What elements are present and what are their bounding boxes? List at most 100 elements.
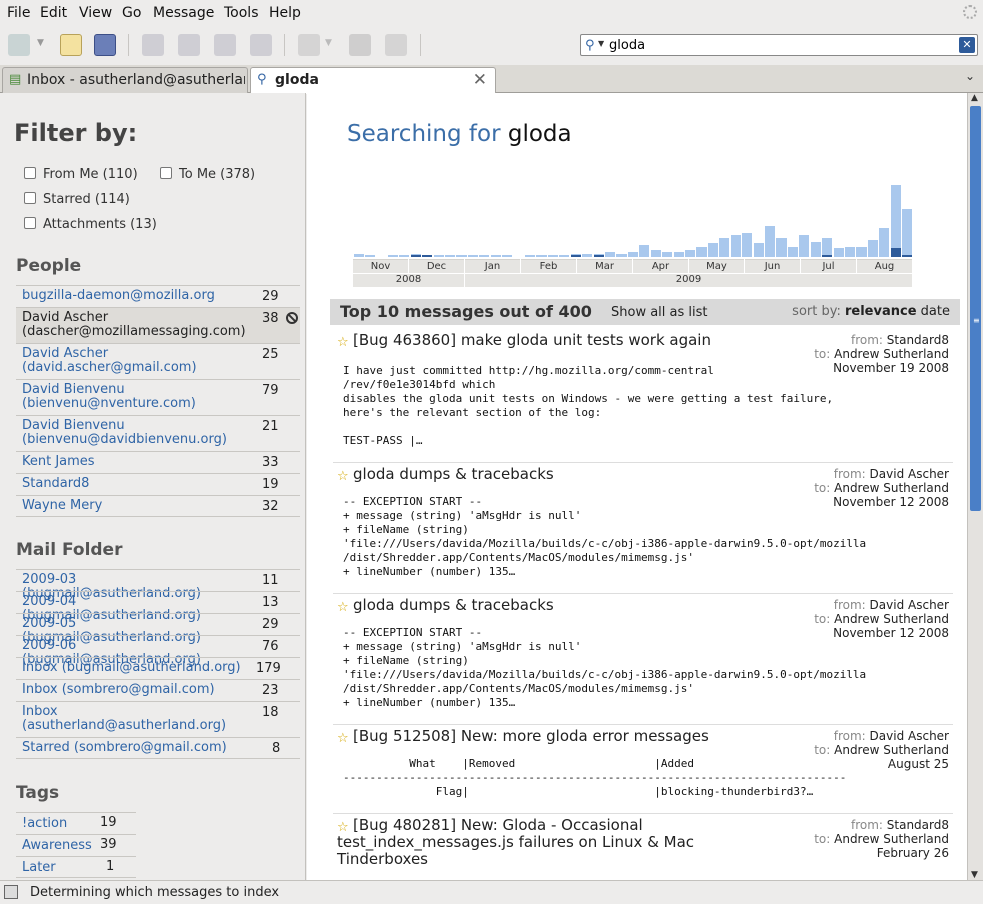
exclude-icon[interactable] bbox=[286, 312, 298, 324]
message-from[interactable]: David Ascher bbox=[870, 598, 949, 612]
delete-icon[interactable] bbox=[349, 34, 371, 56]
clear-search-icon[interactable]: ✕ bbox=[959, 37, 975, 53]
histogram-bar[interactable] bbox=[867, 240, 878, 257]
histogram-bar[interactable] bbox=[582, 254, 593, 257]
menu-tools[interactable]: Tools bbox=[224, 5, 259, 21]
histogram-bar[interactable] bbox=[776, 238, 787, 257]
histogram-bar[interactable] bbox=[616, 254, 627, 257]
message-result[interactable]: ☆ [Bug 512508] New: more gloda error mes… bbox=[333, 725, 953, 814]
histogram-bar[interactable] bbox=[559, 255, 570, 257]
histogram-bar[interactable] bbox=[604, 252, 616, 257]
online-status-icon[interactable] bbox=[4, 885, 18, 899]
histogram-bar[interactable] bbox=[536, 255, 547, 257]
month-label[interactable]: Nov bbox=[353, 259, 408, 273]
histogram-bar[interactable] bbox=[844, 247, 856, 257]
reply-icon[interactable] bbox=[142, 34, 164, 56]
month-label[interactable]: Apr bbox=[633, 259, 688, 273]
message-result[interactable]: ☆ [Bug 463860] make gloda unit tests wor… bbox=[333, 329, 953, 463]
message-to[interactable]: Andrew Sutherland bbox=[834, 481, 949, 495]
histogram-bar[interactable] bbox=[353, 254, 364, 257]
histogram-bar[interactable] bbox=[399, 255, 410, 257]
facet-person[interactable]: David Bienvenu (bienvenu@nventure.com) 79 bbox=[16, 379, 300, 415]
month-label[interactable]: Mar bbox=[577, 259, 632, 273]
histogram-bar-matching[interactable] bbox=[822, 255, 833, 257]
histogram-bar[interactable] bbox=[502, 255, 513, 257]
facet-folder[interactable]: Inbox (sombrero@gmail.com) 23 bbox=[16, 679, 300, 701]
message-from[interactable]: Standard8 bbox=[887, 818, 949, 832]
histogram-bar[interactable] bbox=[696, 247, 707, 257]
histogram-bar[interactable] bbox=[387, 255, 398, 257]
histogram-bar[interactable] bbox=[433, 255, 444, 257]
scrollbar-thumb[interactable]: ≡ bbox=[970, 106, 981, 511]
month-label[interactable]: Jul bbox=[801, 259, 856, 273]
filter-to-me-checkbox[interactable]: To Me (378) bbox=[160, 167, 255, 182]
histogram-bar-matching[interactable] bbox=[422, 255, 433, 257]
histogram-bar[interactable] bbox=[787, 247, 798, 257]
forward-icon[interactable] bbox=[214, 34, 236, 56]
facet-person[interactable]: Standard8 19 bbox=[16, 473, 300, 495]
year-label[interactable]: 2009 bbox=[465, 274, 912, 287]
histogram-bar[interactable] bbox=[684, 250, 696, 257]
date-histogram-chart[interactable]: Nov Dec Jan Feb Mar Apr May Jun Jul Aug 2008 2009 bbox=[353, 185, 913, 290]
junk-icon[interactable] bbox=[385, 34, 407, 56]
facet-folder[interactable]: 2009-05 (bugmail@asutherland.org) 29 bbox=[16, 613, 300, 645]
facet-tag[interactable]: !action 19 bbox=[16, 812, 136, 834]
message-result[interactable]: ☆ gloda dumps & tracebacks from: David A… bbox=[333, 594, 953, 725]
tab-list-chevron-down-icon[interactable]: ⌄ bbox=[965, 69, 975, 83]
histogram-bar[interactable] bbox=[364, 255, 376, 257]
reply-all-icon[interactable] bbox=[178, 34, 200, 56]
filter-starred-checkbox[interactable]: Starred (114) bbox=[24, 192, 130, 207]
message-from[interactable]: Standard8 bbox=[887, 333, 949, 347]
histogram-bar[interactable] bbox=[810, 242, 821, 257]
histogram-bar-matching[interactable] bbox=[890, 248, 901, 257]
menu-message[interactable]: Message bbox=[153, 5, 214, 21]
facet-folder[interactable]: Starred (sombrero@gmail.com) 8 bbox=[16, 737, 300, 759]
filter-attachments-checkbox[interactable]: Attachments (13) bbox=[24, 217, 157, 232]
facet-person[interactable]: Kent James 33 bbox=[16, 451, 300, 473]
message-result[interactable]: ☆ [Bug 480281] New: Gloda - Occasional t… bbox=[333, 814, 953, 880]
show-all-as-list-link[interactable]: Show all as list bbox=[611, 305, 708, 320]
facet-folder[interactable]: Inbox (asutherland@asutherland.org) 18 bbox=[16, 701, 300, 737]
histogram-bar[interactable] bbox=[799, 235, 810, 257]
scroll-up-icon[interactable]: ▲ bbox=[971, 93, 978, 103]
histogram-bar[interactable] bbox=[650, 250, 661, 257]
histogram-bar[interactable] bbox=[902, 209, 913, 257]
archive-icon[interactable] bbox=[250, 34, 272, 56]
histogram-bar[interactable] bbox=[742, 233, 753, 257]
tag-icon[interactable] bbox=[298, 34, 320, 56]
menu-go[interactable]: Go bbox=[122, 5, 141, 21]
month-label[interactable]: Aug bbox=[857, 259, 912, 273]
facet-folder[interactable]: 2009-04 (bugmail@asutherland.org) 13 bbox=[16, 591, 300, 623]
year-label[interactable]: 2008 bbox=[353, 274, 464, 287]
histogram-bar[interactable] bbox=[753, 243, 764, 257]
facet-person[interactable]: David Ascher (david.ascher@gmail.com) 25 bbox=[16, 343, 300, 379]
get-mail-dropdown-icon[interactable]: ▼ bbox=[37, 38, 44, 48]
tab-inbox[interactable]: ▤ Inbox - asutherland@asutherlan... bbox=[2, 67, 248, 93]
histogram-bar-matching[interactable] bbox=[593, 255, 604, 257]
histogram-bar[interactable] bbox=[730, 235, 741, 257]
facet-person[interactable]: bugzilla-daemon@mozilla.org 29 bbox=[16, 285, 300, 307]
write-icon[interactable] bbox=[60, 34, 82, 56]
tab-gloda[interactable]: ⚲ gloda ✕ bbox=[250, 67, 496, 94]
close-tab-icon[interactable]: ✕ bbox=[473, 70, 487, 90]
histogram-bar[interactable] bbox=[833, 248, 844, 257]
histogram-bar[interactable] bbox=[707, 243, 718, 257]
histogram-bar[interactable] bbox=[490, 255, 501, 257]
histogram-bar[interactable] bbox=[662, 252, 673, 257]
message-result[interactable]: ☆ gloda dumps & tracebacks from: David A… bbox=[333, 463, 953, 594]
histogram-bar-matching[interactable] bbox=[410, 255, 421, 257]
histogram-bar-matching[interactable] bbox=[902, 255, 913, 257]
histogram-bar[interactable] bbox=[856, 247, 867, 257]
menu-edit[interactable]: Edit bbox=[40, 5, 67, 21]
message-to[interactable]: Andrew Sutherland bbox=[834, 743, 949, 757]
histogram-bar[interactable] bbox=[524, 255, 536, 257]
histogram-bar[interactable] bbox=[639, 245, 650, 257]
facet-tag[interactable]: Awareness 39 bbox=[16, 834, 136, 856]
histogram-bar[interactable] bbox=[547, 255, 558, 257]
month-label[interactable]: Jan bbox=[465, 259, 520, 273]
histogram-bar-matching[interactable] bbox=[570, 255, 581, 257]
menu-help[interactable]: Help bbox=[269, 5, 301, 21]
menu-view[interactable]: View bbox=[79, 5, 112, 21]
message-subject[interactable]: gloda dumps & tracebacks bbox=[337, 466, 727, 483]
month-label[interactable]: Dec bbox=[409, 259, 464, 273]
